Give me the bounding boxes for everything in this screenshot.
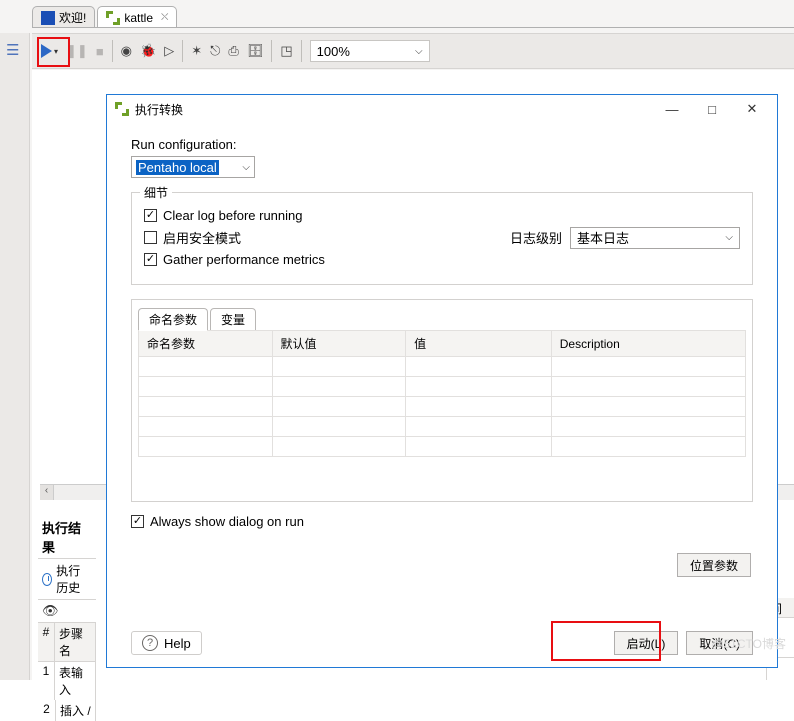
run-configuration-label: Run configuration:	[131, 137, 753, 152]
help-button[interactable]: ? Help	[131, 631, 202, 655]
always-show-row: ✓ Always show dialog on run	[131, 514, 753, 529]
toolbar: ▾ ❚❚ ■ ◉ 🐞 ▷ ✶ ⎋ ⎙ 🗄 ◳ 100%⌵	[32, 33, 794, 69]
safe-mode-label: 启用安全模式	[163, 228, 241, 247]
cancel-button[interactable]: 取消(C)	[686, 631, 753, 655]
always-show-label: Always show dialog on run	[150, 514, 304, 529]
dialog-titlebar[interactable]: 执行转换 — □ ✕	[107, 95, 777, 123]
results-title: 执行结果	[38, 516, 96, 558]
step-name: 表输入	[55, 662, 96, 700]
tabbar-divider	[32, 27, 794, 28]
col-default: 默认值	[272, 331, 406, 357]
table-row[interactable]	[139, 357, 746, 377]
eye-icon: 👁	[42, 603, 59, 619]
tab-variables[interactable]: 变量	[210, 308, 256, 330]
run-configuration-select[interactable]: Pentaho local ⌵	[131, 156, 255, 178]
highlight-run-button	[37, 37, 70, 67]
replay-button[interactable]: ▷	[164, 39, 174, 63]
clear-log-label: Clear log before running	[163, 208, 302, 223]
history-label: 执行历史	[56, 562, 92, 596]
zoom-value: 100%	[317, 44, 350, 59]
stop-button[interactable]: ■	[96, 39, 104, 63]
maximize-button[interactable]: □	[695, 98, 729, 120]
close-button[interactable]: ✕	[735, 98, 769, 120]
highlight-launch-button	[551, 621, 661, 661]
dialog-title: 执行转换	[135, 101, 649, 118]
details-legend: 细节	[140, 184, 172, 201]
separator	[301, 40, 302, 62]
debug-button[interactable]: 🐞	[140, 39, 156, 63]
separator	[112, 40, 113, 62]
clock-icon	[42, 573, 52, 586]
explore-button[interactable]: 🗄	[247, 39, 264, 63]
clear-log-checkbox[interactable]: ✓	[144, 209, 157, 222]
preview-tab[interactable]: 👁	[38, 599, 96, 622]
log-level-label: 日志级别	[510, 228, 562, 247]
tab-label: 欢迎!	[59, 9, 86, 26]
log-level-select[interactable]: 基本日志 ⌵	[570, 227, 740, 249]
perf-metrics-checkbox[interactable]: ✓	[144, 253, 157, 266]
chevron-down-icon: ⌵	[242, 162, 250, 173]
help-icon: ?	[142, 635, 158, 651]
help-label: Help	[164, 636, 191, 651]
zoom-select[interactable]: 100% ⌵	[310, 40, 430, 62]
table-row[interactable]: 2插入 /	[38, 700, 96, 721]
log-level-value: 基本日志	[577, 228, 629, 247]
position-parameters-button[interactable]: 位置参数	[677, 553, 751, 577]
welcome-icon	[41, 11, 55, 25]
tab-welcome[interactable]: 欢迎!	[32, 6, 95, 28]
left-sidebar: ☰	[0, 33, 30, 680]
safe-mode-checkbox[interactable]	[144, 231, 157, 244]
step-name: 插入 /	[56, 700, 96, 721]
list-view-icon[interactable]: ☰	[6, 41, 23, 59]
table-row[interactable]	[139, 377, 746, 397]
tab-named-params[interactable]: 命名参数	[138, 308, 208, 330]
preview-button[interactable]: ◉	[121, 39, 132, 63]
minimize-button[interactable]: —	[655, 98, 689, 120]
table-header: 命名参数 默认值 值 Description	[139, 331, 746, 357]
editor-tabs: 欢迎! kattle ⛌	[32, 4, 179, 28]
table-row[interactable]	[139, 417, 746, 437]
table-row[interactable]	[139, 437, 746, 457]
transformation-icon	[106, 11, 120, 25]
col-desc: Description	[551, 331, 745, 357]
verify-button[interactable]: ✶	[191, 39, 202, 63]
separator	[271, 40, 272, 62]
always-show-checkbox[interactable]: ✓	[131, 515, 144, 528]
run-configuration-value: Pentaho local	[136, 160, 219, 175]
tab-kattle[interactable]: kattle ⛌	[97, 6, 177, 28]
table-row[interactable]: 1表输入	[38, 662, 96, 700]
chevron-down-icon: ⌵	[725, 232, 733, 243]
sql-button[interactable]: ⎙	[228, 39, 238, 63]
tab-label: kattle	[124, 11, 153, 25]
col-value: 值	[406, 331, 552, 357]
results-panel: 执行结果 执行历史 👁 #步骤名 1表输入 2插入 /	[38, 516, 96, 680]
perf-metrics-label: Gather performance metrics	[163, 252, 325, 267]
show-results-button[interactable]: ◳	[280, 39, 292, 63]
execute-transformation-dialog: 执行转换 — □ ✕ Run configuration: Pentaho lo…	[106, 94, 778, 668]
col-num: #	[38, 623, 55, 661]
params-tabs: 命名参数 变量	[138, 308, 746, 331]
chevron-down-icon: ⌵	[415, 46, 423, 57]
close-tab-icon[interactable]: ⛌	[161, 12, 168, 23]
table-row[interactable]	[139, 397, 746, 417]
step-metrics-table: #步骤名 1表输入 2插入 /	[38, 622, 96, 721]
history-tab[interactable]: 执行历史	[38, 558, 96, 599]
impact-button[interactable]: ⎋	[210, 39, 220, 63]
parameters-table[interactable]: 命名参数 默认值 值 Description	[138, 330, 746, 457]
details-fieldset: 细节 ✓Clear log before running 启用安全模式 ✓Gat…	[131, 192, 753, 285]
col-param: 命名参数	[139, 331, 273, 357]
parameters-fieldset: 命名参数 变量 命名参数 默认值 值 Description	[131, 299, 753, 502]
scroll-left-button[interactable]: ‹	[40, 485, 54, 500]
table-header: #步骤名	[38, 623, 96, 662]
dialog-body: Run configuration: Pentaho local ⌵ 细节 ✓ C…	[107, 123, 777, 667]
separator	[182, 40, 183, 62]
col-step: 步骤名	[55, 623, 96, 661]
transformation-icon	[115, 102, 129, 116]
